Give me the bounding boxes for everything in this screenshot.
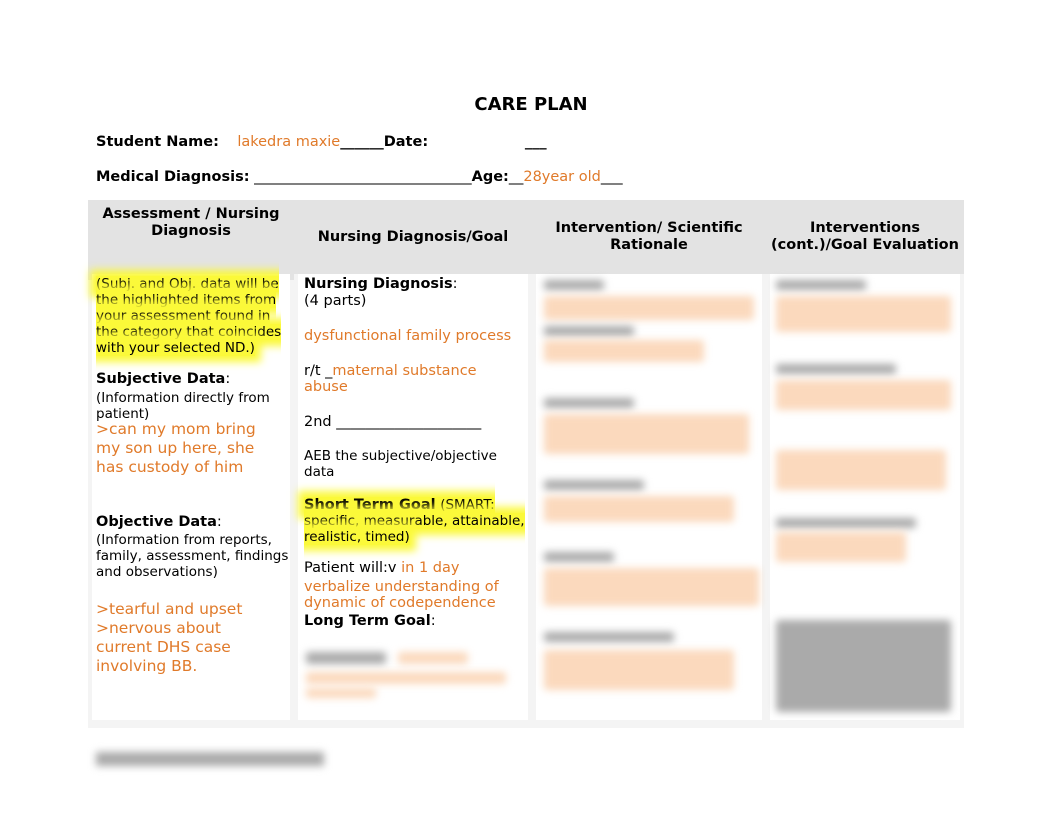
student-name-value: lakedra maxie <box>237 134 341 150</box>
blurred-ltg-value-2 <box>306 672 506 684</box>
blurred-text <box>776 280 866 290</box>
column-assessment: Assessment / Nursing Diagnosis (Subj. an… <box>88 200 294 728</box>
stg-label: Short Term Goal <box>304 497 436 513</box>
subjective-value: >can my mom bring my son up here, she ha… <box>96 420 256 476</box>
stg-value-1: in 1 day <box>401 560 460 576</box>
blurred-text <box>544 552 614 562</box>
blurred-text <box>544 480 644 490</box>
student-name-label: Student Name: <box>96 134 219 150</box>
header-assessment: Assessment / Nursing Diagnosis <box>88 200 294 280</box>
nd-hint: (4 parts) <box>304 293 367 309</box>
blurred-text <box>776 450 946 490</box>
assessment-intro: (Subj. and Obj. data will be the highlig… <box>96 276 282 356</box>
header-diagnosis-goal: Nursing Diagnosis/Goal <box>294 200 532 274</box>
column-intervention: Intervention/ Scientific Rationale <box>532 200 766 728</box>
nd-label: Nursing Diagnosis <box>304 276 453 292</box>
aeb-text: AEB the subjective/objective data <box>304 448 497 480</box>
blurred-ltg-value-3 <box>306 688 376 698</box>
medical-diagnosis-label: Medical Diagnosis: <box>96 169 250 185</box>
rt-prefix: r/t _ <box>304 363 333 379</box>
nd-value: dysfunctional family process <box>304 328 512 344</box>
date-label: Date: <box>383 134 429 150</box>
student-line: Student Name: lakedra maxie______Date: _… <box>96 134 547 150</box>
blurred-text <box>544 280 604 290</box>
date-blank: ___ <box>524 134 547 150</box>
blurred-text <box>776 296 951 332</box>
column-evaluation: Interventions (cont.)/Goal Evaluation <box>766 200 964 728</box>
age-prefix: __ <box>508 169 524 185</box>
objective-hint: (Information from reports, family, asses… <box>96 532 289 580</box>
medical-line: Medical Diagnosis: _____________________… <box>96 169 623 185</box>
blurred-text <box>776 620 951 712</box>
objective-label: Objective Data <box>96 514 217 530</box>
cell-evaluation-blurred <box>770 274 960 720</box>
header-intervention: Intervention/ Scientific Rationale <box>532 200 766 274</box>
subjective-hint: (Information directly from patient) <box>96 390 270 422</box>
blurred-text <box>776 532 906 562</box>
blurred-ltg-label <box>306 652 386 664</box>
subjective-label: Subjective Data <box>96 371 226 387</box>
date-value-blurred <box>483 134 524 150</box>
objective-value-2: >nervous about current DHS case involvin… <box>96 619 231 675</box>
blurred-text <box>544 340 704 362</box>
blurred-text <box>544 414 749 454</box>
blurred-text <box>544 632 674 642</box>
objective-value-1: >tearful and upset <box>96 600 243 618</box>
age-label: Age: <box>471 169 509 185</box>
care-plan-table: Assessment / Nursing Diagnosis (Subj. an… <box>88 200 964 728</box>
cell-diagnosis-goal: Nursing Diagnosis: (4 parts) dysfunction… <box>298 274 528 720</box>
name-blank: ______ <box>340 134 384 150</box>
age-suffix: ___ <box>600 169 623 185</box>
stg-value-2: verbalize understanding of dynamic of co… <box>304 579 499 611</box>
blurred-text <box>544 296 754 320</box>
blurred-text <box>544 398 634 408</box>
blurred-text <box>776 364 896 374</box>
blurred-text <box>544 568 759 606</box>
footer-blurred-text <box>96 752 324 766</box>
blurred-text <box>544 650 734 690</box>
patient-will: Patient will:v <box>304 560 397 576</box>
blurred-ltg-value <box>398 652 468 664</box>
cell-intervention-blurred <box>536 274 762 720</box>
age-value: 28year old <box>523 169 601 185</box>
column-diagnosis-goal: Nursing Diagnosis/Goal Nursing Diagnosis… <box>294 200 532 728</box>
blurred-text <box>544 496 734 522</box>
blurred-text <box>776 380 951 410</box>
header-evaluation: Interventions (cont.)/Goal Evaluation <box>766 200 964 274</box>
blurred-text <box>544 326 634 336</box>
second-related-to: 2nd ____________________ <box>304 414 482 430</box>
medical-diagnosis-blank: ______________________________ <box>254 169 472 185</box>
cell-assessment: (Subj. and Obj. data will be the highlig… <box>92 274 290 720</box>
ltg-label: Long Term Goal <box>304 613 431 629</box>
page-title: CARE PLAN <box>474 94 588 115</box>
blurred-text <box>776 518 916 528</box>
